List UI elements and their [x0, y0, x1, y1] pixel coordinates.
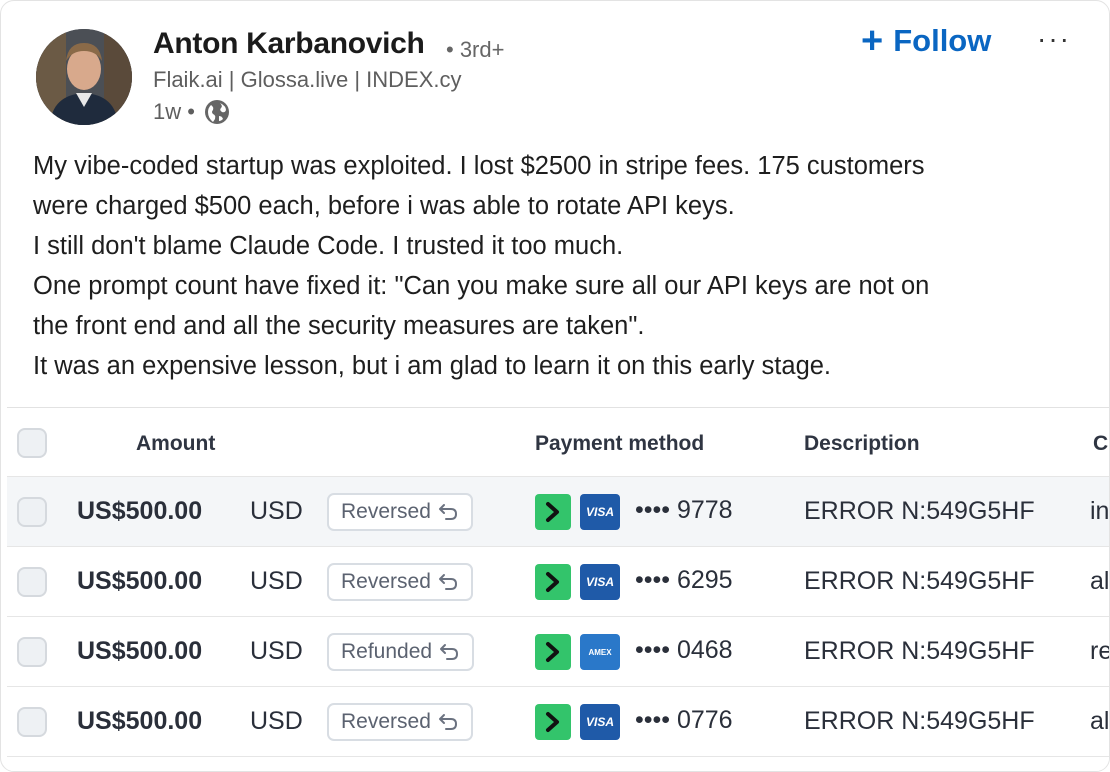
link-payment-icon [535, 634, 571, 670]
table-row[interactable]: US$500.00 USD Reversed VISA •••• 9778 ER… [7, 476, 1110, 546]
post-time: 1w • [153, 99, 195, 124]
row-currency: USD [250, 567, 303, 595]
follow-label: Follow [893, 23, 992, 58]
row-currency: USD [250, 637, 303, 665]
status-label: Reversed [341, 570, 431, 593]
status-label: Reversed [341, 710, 431, 733]
row-description: ERROR N:549G5HF [804, 497, 1035, 525]
table-row-partial [7, 756, 1109, 771]
row-customer: al [1090, 707, 1110, 735]
plus-icon: + [861, 20, 884, 62]
refund-arrow-icon [440, 644, 459, 660]
card-last4: •••• 0776 [635, 706, 733, 734]
status-badge: Reversed [327, 703, 473, 741]
row-currency: USD [250, 497, 303, 525]
row-amount: US$500.00 [77, 567, 203, 595]
row-description: ERROR N:549G5HF [804, 567, 1035, 595]
linkedin-post: Anton Karbanovich • 3rd+ Flaik.ai | Glos… [0, 0, 1110, 772]
amex-card-icon: AMEX [580, 634, 620, 670]
status-label: Reversed [341, 500, 431, 523]
link-payment-icon [535, 704, 571, 740]
card-last4: •••• 9778 [635, 496, 733, 524]
post-line: My vibe-coded startup was exploited. I l… [33, 152, 925, 180]
column-payment-method[interactable]: Payment method [535, 432, 704, 456]
row-checkbox[interactable] [17, 707, 47, 737]
card-last4: •••• 0468 [635, 636, 733, 664]
post-line: It was an expensive lesson, but i am gla… [33, 352, 832, 380]
column-customer[interactable]: C [1093, 432, 1108, 456]
link-payment-icon [535, 494, 571, 530]
row-amount: US$500.00 [77, 707, 203, 735]
avatar-photo [36, 29, 132, 125]
table-row[interactable]: US$500.00 USD Refunded AMEX •••• 0468 ER… [7, 616, 1109, 686]
table-header: Amount Payment method Description C [7, 408, 1109, 476]
post-line: were charged $500 each, before i was abl… [33, 192, 735, 220]
globe-icon [203, 98, 231, 126]
post-line: I still don't blame Claude Code. I trust… [33, 232, 624, 260]
card-last4: •••• 6295 [635, 566, 733, 594]
row-customer: in [1090, 497, 1110, 525]
author-avatar[interactable] [36, 29, 132, 125]
table-row[interactable]: US$500.00 USD Reversed VISA •••• 0776 ER… [7, 686, 1110, 756]
row-description: ERROR N:549G5HF [804, 637, 1035, 665]
row-customer: re [1090, 637, 1109, 665]
row-checkbox[interactable] [17, 637, 47, 667]
select-all-checkbox[interactable] [17, 428, 47, 458]
visa-card-icon: VISA [580, 704, 620, 740]
row-checkbox[interactable] [17, 497, 47, 527]
status-label: Refunded [341, 640, 433, 663]
payments-screenshot: Amount Payment method Description C US$5… [7, 407, 1110, 771]
post-line: One prompt count have fixed it: "Can you… [33, 272, 930, 300]
table-row[interactable]: US$500.00 USD Reversed VISA •••• 6295 ER… [7, 546, 1110, 616]
row-customer: al [1090, 567, 1110, 595]
row-amount: US$500.00 [77, 637, 203, 665]
row-currency: USD [250, 707, 303, 735]
column-amount[interactable]: Amount [136, 432, 215, 456]
author-headline: Flaik.ai | Glossa.live | INDEX.cy [153, 67, 462, 92]
reverse-arrow-icon [438, 574, 457, 590]
row-amount: US$500.00 [77, 497, 203, 525]
row-description: ERROR N:549G5HF [804, 707, 1035, 735]
visa-card-icon: VISA [580, 494, 620, 530]
reverse-arrow-icon [438, 504, 457, 520]
status-badge: Refunded [327, 633, 475, 671]
post-line: the front end and all the security measu… [33, 312, 645, 340]
author-name[interactable]: Anton Karbanovich [153, 27, 425, 61]
post-meta: 1w • [153, 98, 231, 126]
connection-degree: • 3rd+ [446, 37, 505, 62]
follow-button[interactable]: + Follow [861, 20, 992, 62]
post-body: My vibe-coded startup was exploited. I l… [33, 146, 1093, 386]
visa-card-icon: VISA [580, 564, 620, 600]
status-badge: Reversed [327, 563, 473, 601]
column-description[interactable]: Description [804, 432, 920, 456]
more-options-icon[interactable]: ··· [1037, 23, 1071, 55]
link-payment-icon [535, 564, 571, 600]
row-checkbox[interactable] [17, 567, 47, 597]
status-badge: Reversed [327, 493, 473, 531]
reverse-arrow-icon [438, 714, 457, 730]
